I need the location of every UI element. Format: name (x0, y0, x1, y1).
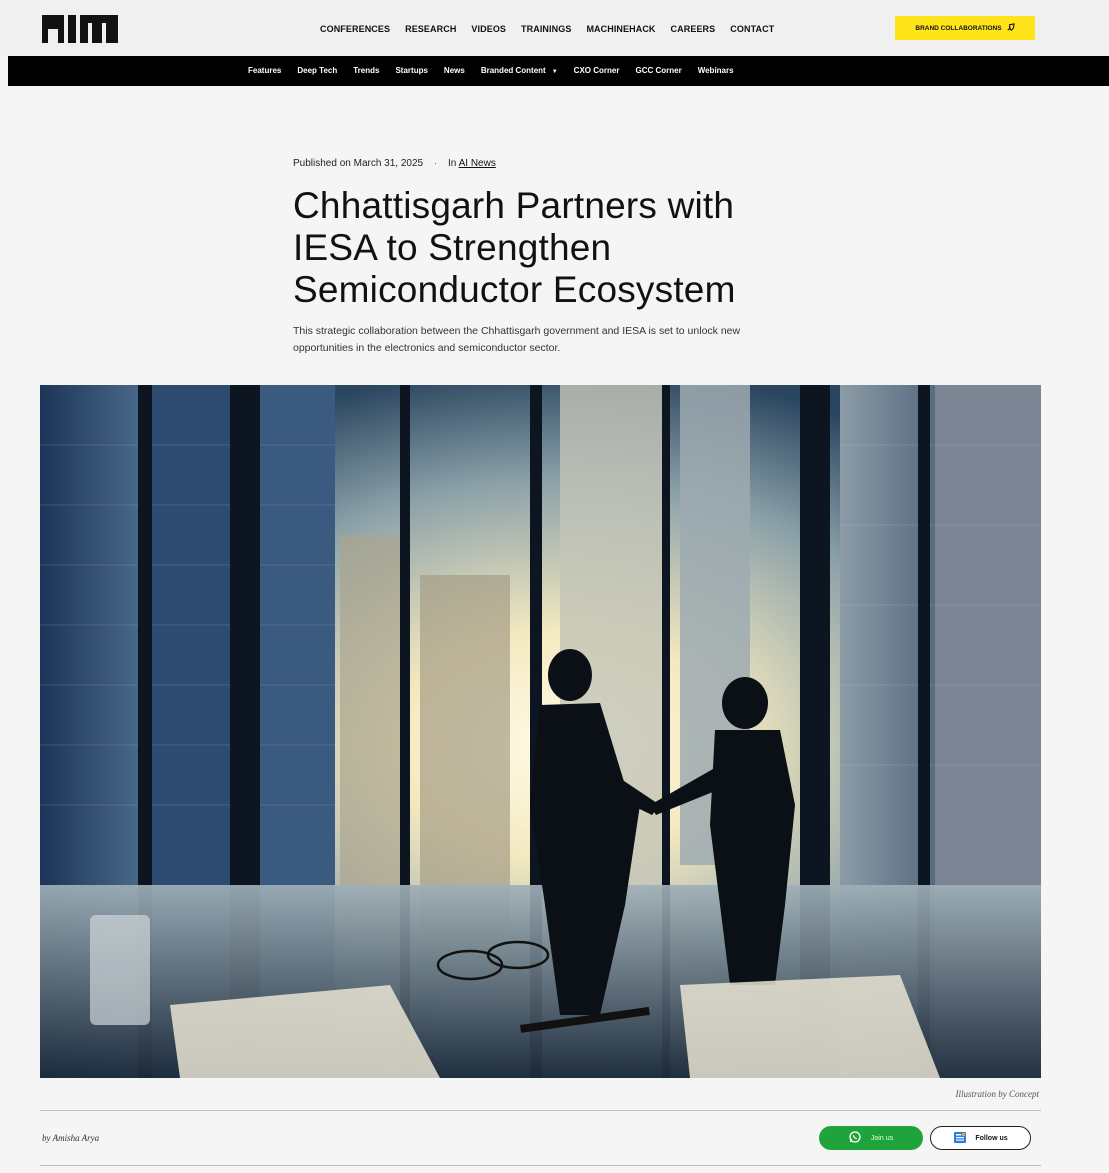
whatsapp-icon (849, 1131, 861, 1145)
whatsapp-join-label: Join us (870, 1134, 894, 1142)
article-subtitle: This strategic collaboration between the… (293, 325, 741, 354)
subnav-features[interactable]: Features (248, 66, 281, 75)
nav-videos[interactable]: VIDEOS (471, 24, 506, 34)
follow-label: Follow us (975, 1134, 1008, 1142)
caret-down-icon: ▼ (551, 69, 558, 75)
main-nav: CONFERENCES RESEARCH VIDEOS TRAININGS MA… (320, 24, 774, 34)
image-caption: Illustration by Concept (955, 1089, 1040, 1099)
google-news-icon (953, 1131, 967, 1146)
subnav-branded-content-label: Branded Content (480, 66, 546, 75)
secondary-nav: Features Deep Tech Trends Startups News … (8, 56, 1109, 86)
handshake-office-illustration (40, 385, 1041, 1078)
hero-image (40, 385, 1041, 1078)
category-prefix: In (448, 158, 457, 169)
separator-dot: · (433, 158, 438, 169)
article-meta: Published on March 31, 2025 · In AI News (293, 158, 496, 169)
brand-collaborations-label: BRAND COLLABORATIONS (915, 24, 1002, 32)
divider-top (40, 1110, 1041, 1111)
article-title: Chhattisgarh Partners with IESA to Stren… (293, 185, 736, 310)
published-date: March 31, 2025 (353, 158, 424, 169)
whatsapp-join-button[interactable]: Join us (819, 1126, 923, 1150)
author-byline[interactable]: by Amisha Arya (42, 1133, 99, 1143)
subnav-cxo-corner[interactable]: CXO Corner (574, 66, 620, 75)
rocket-icon (1006, 22, 1015, 34)
subnav-news[interactable]: News (444, 66, 465, 75)
aim-logo[interactable] (42, 15, 118, 43)
nav-contact[interactable]: CONTACT (730, 24, 774, 34)
subnav-branded-content[interactable]: Branded Content ▼ (481, 66, 558, 75)
google-news-follow-button[interactable]: Follow us (930, 1126, 1031, 1150)
subnav-webinars[interactable]: Webinars (698, 66, 734, 75)
brand-collaborations-button[interactable]: BRAND COLLABORATIONS (895, 16, 1035, 40)
subnav-gcc-corner[interactable]: GCC Corner (635, 66, 681, 75)
nav-machinehack[interactable]: MACHINEHACK (586, 24, 655, 34)
subnav-startups[interactable]: Startups (395, 66, 427, 75)
subnav-trends[interactable]: Trends (353, 66, 379, 75)
nav-careers[interactable]: CAREERS (671, 24, 716, 34)
nav-conferences[interactable]: CONFERENCES (320, 24, 390, 34)
published-prefix: Published on (293, 158, 351, 169)
nav-trainings[interactable]: TRAININGS (521, 24, 571, 34)
category-link[interactable]: AI News (459, 158, 496, 169)
divider-bottom (40, 1165, 1041, 1166)
nav-research[interactable]: RESEARCH (405, 24, 456, 34)
top-header: CONFERENCES RESEARCH VIDEOS TRAININGS MA… (0, 0, 1109, 56)
subnav-deep-tech[interactable]: Deep Tech (297, 66, 337, 75)
